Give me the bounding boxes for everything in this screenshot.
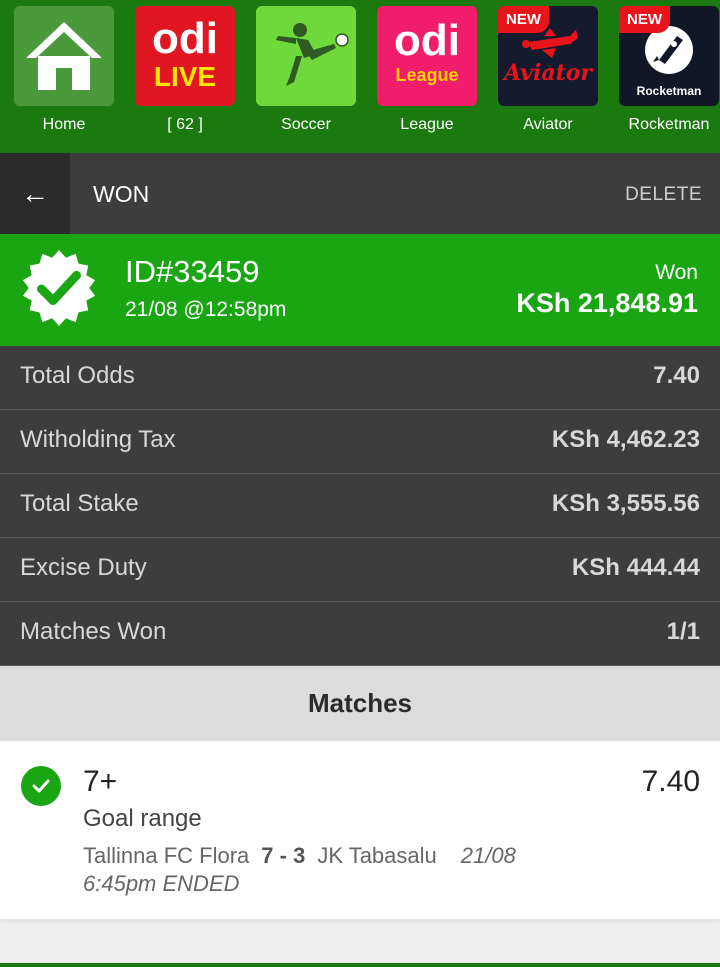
nav-odi-live[interactable]: odi LIVE [ 62 ] [135, 6, 235, 146]
bet-id: ID#33459 [125, 254, 260, 289]
nav-label-live-count: [ 62 ] [167, 116, 203, 133]
detail-value: 7.40 [653, 362, 700, 389]
away-team: JK Tabasalu [317, 843, 437, 868]
bet-summary: ID#33459 21/08 @12:58pm Won KSh 21,848.9… [0, 234, 720, 346]
detail-label: Witholding Tax [20, 426, 176, 453]
nav-label-aviator: Aviator [523, 116, 573, 133]
nav-label-league: League [400, 116, 454, 133]
nav-soccer[interactable]: Soccer [256, 6, 356, 146]
nav-label-soccer: Soccer [281, 116, 331, 133]
home-icon [26, 22, 102, 90]
soccer-player-icon [276, 23, 349, 86]
odi-league-logo-top: odi [394, 16, 460, 65]
detail-row-total-odds: Total Odds 7.40 [0, 346, 720, 410]
detail-row-withholding-tax: Witholding Tax KSh 4,462.23 [0, 410, 720, 474]
aviator-logo-text: Aviator [504, 60, 592, 86]
match-info: Tallinna FC Flora 7 - 3 JK Tabasalu 21/08 6… [83, 842, 583, 898]
match-time-status: 6:45pm ENDED [83, 871, 240, 896]
bottom-strip [0, 963, 720, 967]
match-odds: 7.40 [641, 765, 700, 798]
match-pick: 7+ [83, 765, 118, 798]
nav-label-home: Home [42, 116, 86, 133]
new-badge: NEW [619, 6, 670, 33]
nav-odi-league[interactable]: odi League League [377, 6, 477, 146]
soccer-tile [256, 6, 356, 106]
nav-label-rocketman: Rocketman [628, 116, 710, 133]
nav-rocketman[interactable]: NEW Rocketman Rocketman [619, 6, 719, 146]
detail-row-excise-duty: Excise Duty KSh 444.44 [0, 538, 720, 602]
detail-value: 1/1 [666, 618, 700, 645]
verified-badge-icon [22, 249, 96, 326]
delete-button[interactable]: DELETE [625, 184, 702, 206]
rocketman-logo-text: Rocketman [636, 84, 702, 98]
detail-row-total-stake: Total Stake KSh 3,555.56 [0, 474, 720, 538]
detail-label: Total Odds [20, 362, 135, 389]
match-date: 21/08 [460, 843, 516, 868]
detail-value: KSh 3,555.56 [551, 490, 700, 517]
bet-date: 21/08 @12:58pm [125, 298, 287, 321]
odi-live-logo: odi LIVE [135, 6, 235, 106]
bet-details: Total Odds 7.40 Witholding Tax KSh 4,462… [0, 346, 720, 666]
won-amount: KSh 21,848.91 [516, 288, 698, 318]
new-badge: NEW [498, 6, 549, 33]
detail-label: Matches Won [20, 618, 167, 645]
odi-league-logo-bottom: League [395, 65, 459, 85]
odi-league-logo: odi League [377, 6, 477, 106]
match-score: 7 - 3 [261, 843, 306, 868]
odi-live-logo-bottom: LIVE [153, 61, 217, 92]
matches-heading: Matches [0, 666, 720, 741]
bet-status: Won [655, 261, 698, 284]
detail-label: Excise Duty [20, 554, 147, 581]
top-nav: Home odi LIVE [ 62 ] Soccer odi League L… [0, 0, 720, 153]
nav-home[interactable]: Home [14, 6, 114, 146]
detail-value: KSh 4,462.23 [551, 426, 700, 453]
odi-live-logo-top: odi [152, 14, 218, 63]
rocketman-tile: NEW Rocketman [619, 6, 719, 106]
detail-label: Total Stake [20, 490, 139, 517]
match-market: Goal range [83, 805, 202, 832]
page-title: WON [93, 181, 150, 207]
nav-aviator[interactable]: NEW Aviator Aviator [498, 6, 598, 146]
aviator-tile: NEW Aviator [498, 6, 598, 106]
check-circle-icon [21, 766, 61, 806]
match-item[interactable]: 7+ Goal range 7.40 Tallinna FC Flora 7 - … [0, 741, 720, 919]
home-tile [14, 6, 114, 106]
back-button[interactable]: ← [0, 153, 70, 234]
detail-value: KSh 444.44 [571, 554, 700, 581]
detail-row-matches-won: Matches Won 1/1 [0, 602, 720, 666]
page-header: ← WON DELETE [0, 153, 720, 234]
home-team: Tallinna FC Flora [83, 843, 250, 868]
